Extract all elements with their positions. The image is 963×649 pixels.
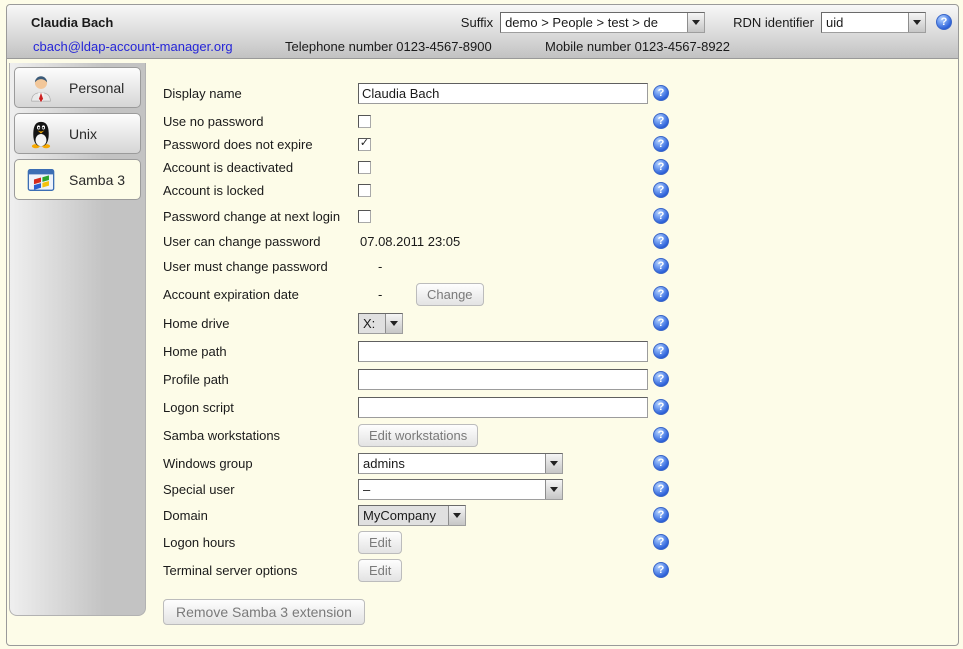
form-row: Home drive X: ? (163, 311, 691, 335)
help-icon[interactable]: ? (653, 562, 669, 578)
windows-icon (26, 165, 56, 195)
password-change-next-login-checkbox[interactable] (358, 210, 371, 223)
form-row: Display name ? (163, 81, 691, 105)
help-icon[interactable]: ? (653, 182, 669, 198)
person-icon (26, 73, 56, 103)
terminal-server-edit-button[interactable]: Edit (358, 559, 402, 582)
remove-samba-extension-button[interactable]: Remove Samba 3 extension (163, 599, 365, 625)
form-row: Use no password ? (163, 109, 691, 133)
field-label: Home drive (163, 316, 358, 331)
tab-personal-label: Personal (69, 80, 124, 96)
special-user-select[interactable]: – (358, 479, 563, 500)
edit-workstations-button[interactable]: Edit workstations (358, 424, 478, 447)
page-title: Claudia Bach (31, 15, 113, 30)
form-row: Logon script ? (163, 395, 691, 419)
tab-unix[interactable]: Unix (14, 113, 141, 154)
form-row: Password change at next login ? (163, 204, 691, 228)
help-icon[interactable]: ? (653, 208, 669, 224)
help-icon[interactable]: ? (653, 85, 669, 101)
help-icon[interactable]: ? (653, 159, 669, 175)
windows-group-select[interactable]: admins (358, 453, 563, 474)
field-label: User must change password (163, 259, 358, 274)
help-icon[interactable]: ? (653, 113, 669, 129)
home-path-field[interactable] (358, 341, 648, 362)
field-label: Account expiration date (163, 287, 358, 302)
field-label: Logon hours (163, 535, 358, 550)
form-row: User can change password 07.08.2011 23:0… (163, 229, 691, 253)
chevron-down-icon (545, 480, 562, 499)
rdn-identifier-select[interactable]: uid (821, 12, 926, 33)
field-label: Password change at next login (163, 209, 358, 224)
help-icon[interactable]: ? (653, 507, 669, 523)
logon-script-field[interactable] (358, 397, 648, 418)
field-label: Special user (163, 482, 358, 497)
field-label: Domain (163, 508, 358, 523)
user-can-change-password-value: 07.08.2011 23:05 (358, 234, 460, 249)
tab-unix-label: Unix (69, 126, 97, 142)
field-label: User can change password (163, 234, 358, 249)
help-icon[interactable]: ? (653, 371, 669, 387)
help-icon[interactable]: ? (936, 14, 952, 30)
help-icon[interactable]: ? (653, 286, 669, 302)
form-row: Terminal server options Edit ? (163, 558, 691, 582)
chevron-down-icon (908, 13, 925, 32)
field-label: Logon script (163, 400, 358, 415)
account-locked-checkbox[interactable] (358, 184, 371, 197)
help-icon[interactable]: ? (653, 427, 669, 443)
tab-samba3[interactable]: Samba 3 (14, 159, 141, 200)
form-row: User must change password - ? (163, 254, 691, 278)
home-drive-select[interactable]: X: (358, 313, 403, 334)
tab-samba3-label: Samba 3 (69, 172, 125, 188)
chevron-down-icon (385, 314, 402, 333)
field-label: Windows group (163, 456, 358, 471)
samba3-form: Display name ? Use no password ? Passwor… (163, 5, 691, 645)
profile-path-field[interactable] (358, 369, 648, 390)
field-label: Samba workstations (163, 428, 358, 443)
field-label: Display name (163, 86, 358, 101)
use-no-password-checkbox[interactable] (358, 115, 371, 128)
help-icon[interactable]: ? (653, 258, 669, 274)
module-tabs-sidebar: Personal Unix (9, 63, 146, 616)
form-row: Domain MyCompany ? (163, 503, 691, 527)
form-row: Home path ? (163, 339, 691, 363)
help-icon[interactable]: ? (653, 399, 669, 415)
field-label: Use no password (163, 114, 358, 129)
help-icon[interactable]: ? (653, 455, 669, 471)
help-icon[interactable]: ? (653, 343, 669, 359)
form-row: Samba workstations Edit workstations ? (163, 423, 691, 447)
form-row: Logon hours Edit ? (163, 530, 691, 554)
form-row: Account is locked ? (163, 178, 691, 202)
field-label: Password does not expire (163, 137, 358, 152)
form-row: Account expiration date - Change ? (163, 282, 691, 306)
account-edit-container: Claudia Bach Suffix demo > People > test… (6, 4, 959, 646)
help-icon[interactable]: ? (653, 481, 669, 497)
chevron-down-icon (545, 454, 562, 473)
domain-select[interactable]: MyCompany (358, 505, 466, 526)
chevron-down-icon (448, 506, 465, 525)
field-label: Home path (163, 344, 358, 359)
form-row: Profile path ? (163, 367, 691, 391)
form-row: Windows group admins ? (163, 451, 691, 475)
form-row: Account is deactivated ? (163, 155, 691, 179)
field-label: Profile path (163, 372, 358, 387)
form-row: Special user – ? (163, 477, 691, 501)
field-label: Account is deactivated (163, 160, 358, 175)
help-icon[interactable]: ? (653, 315, 669, 331)
user-must-change-password-value: - (358, 259, 388, 274)
field-label: Account is locked (163, 183, 358, 198)
password-does-not-expire-checkbox[interactable]: ✓ (358, 138, 371, 151)
help-icon[interactable]: ? (653, 233, 669, 249)
help-icon[interactable]: ? (653, 534, 669, 550)
form-row: Password does not expire ✓ ? (163, 132, 691, 156)
tux-icon (26, 119, 56, 149)
logon-hours-edit-button[interactable]: Edit (358, 531, 402, 554)
change-expiration-button[interactable]: Change (416, 283, 484, 306)
account-deactivated-checkbox[interactable] (358, 161, 371, 174)
tab-personal[interactable]: Personal (14, 67, 141, 108)
rdn-identifier-label: RDN identifier (733, 15, 814, 30)
account-expiration-value: - (358, 287, 388, 302)
help-icon[interactable]: ? (653, 136, 669, 152)
field-label: Terminal server options (163, 563, 358, 578)
display-name-field[interactable] (358, 83, 648, 104)
